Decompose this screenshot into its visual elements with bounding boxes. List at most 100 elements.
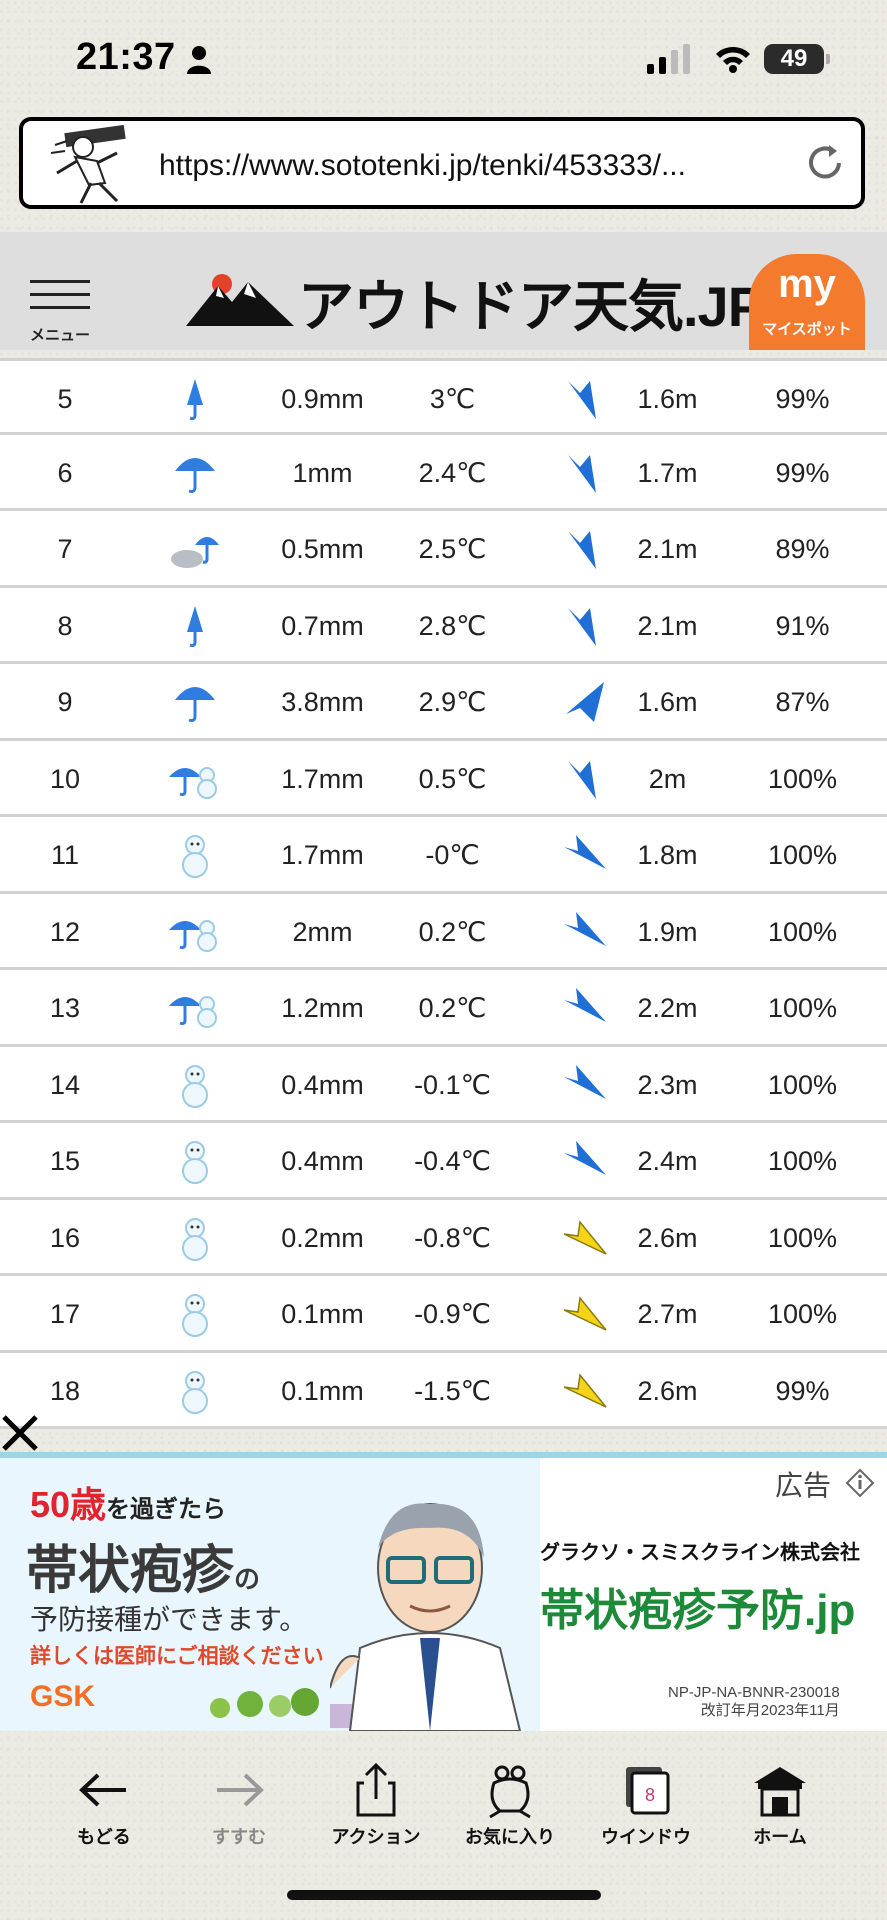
site-logo[interactable]: アウトドア天気.JP <box>186 260 765 338</box>
humidity-cell: 99% <box>775 1375 830 1406</box>
myspot-button[interactable]: my マイスポット <box>749 254 865 350</box>
wind-speed-cell: 2.7m <box>637 1299 698 1329</box>
wind-speed-cell: 2.4m <box>637 1146 698 1176</box>
humidity-cell: 89% <box>775 534 830 564</box>
precipitation-cell: 2mm <box>292 916 353 947</box>
forecast-row: 17 0.1mm -0.9℃ 2.7m 100% <box>0 1276 887 1353</box>
url-text[interactable]: https://www.sototenki.jp/tenki/453333/..… <box>159 149 809 183</box>
signal-icon <box>647 44 690 74</box>
umbrella-snowman-icon <box>165 894 225 970</box>
snowman-icon <box>165 1276 225 1352</box>
favorites-button[interactable]: お気に入り <box>450 1761 570 1871</box>
ad-subtext: 予防接種ができます。 <box>30 1604 308 1635</box>
ad-age-suffix: を過ぎたら <box>106 1496 227 1523</box>
hour-cell: 8 <box>57 610 73 641</box>
hour-cell: 6 <box>57 457 73 488</box>
battery-indicator: 49 <box>764 44 830 74</box>
temperature-cell: -0.8℃ <box>414 1222 491 1253</box>
humidity-cell: 100% <box>767 1222 838 1253</box>
ad-close-icon[interactable] <box>0 1413 40 1453</box>
favorites-label: お気に入り <box>465 1827 555 1847</box>
umbrella-closed-icon <box>165 361 225 437</box>
menu-icon-bar <box>30 280 90 283</box>
wind-direction-icon <box>560 1276 615 1352</box>
address-bar[interactable]: https://www.sototenki.jp/tenki/453333/..… <box>19 117 865 209</box>
humidity-cell: 100% <box>767 1069 838 1100</box>
ad-company: グラクソ・スミスクライン株式会社 <box>540 1542 860 1564</box>
window-button[interactable]: 8 ウインドウ <box>586 1761 706 1871</box>
status-bar: 21:37 49 <box>0 0 887 110</box>
snowman-icon <box>165 817 225 893</box>
menu-button[interactable]: メニュー <box>28 280 94 344</box>
precipitation-cell: 0.1mm <box>281 1375 364 1406</box>
umbrella-icon <box>165 664 225 740</box>
temperature-cell: 0.2℃ <box>418 916 487 947</box>
forward-label: すすむ <box>212 1827 266 1847</box>
precipitation-cell: 0.1mm <box>281 1299 364 1329</box>
wind-direction-icon <box>560 511 615 587</box>
home-button[interactable]: ホーム <box>720 1761 840 1871</box>
ad-info-icon[interactable] <box>845 1468 875 1498</box>
window-tabs-icon: 8 <box>626 1767 670 1815</box>
forecast-row: 9 3.8mm 2.9℃ 1.6m 87% <box>0 664 887 741</box>
forecast-row: 6 1mm 2.4℃ 1.7m 99% <box>0 435 887 511</box>
snowman-icon <box>165 1353 225 1429</box>
wind-direction-icon <box>560 1123 615 1199</box>
precipitation-cell: 3.8mm <box>281 687 364 717</box>
hourly-forecast-table: 5 0.9mm 3℃ 1.6m 99% 6 1mm 2.4℃ 1.7m 99% 7 0.5mm 2.5℃… <box>0 358 887 1429</box>
temperature-cell: -0.4℃ <box>414 1146 491 1176</box>
logo-text: アウトドア天気.JP <box>298 275 765 338</box>
wind-speed-cell: 1.9m <box>637 916 698 947</box>
ad-headline: 帯状疱疹の <box>26 1528 260 1603</box>
mascot-icon <box>50 124 126 204</box>
forecast-row: 11 1.7mm -0℃ 1.8m 100% <box>0 817 887 894</box>
action-button[interactable]: アクション <box>316 1761 436 1871</box>
frog-icon <box>489 1765 531 1819</box>
ad-code-line: 改訂年月2023年11月 <box>700 1702 840 1719</box>
forecast-row: 5 0.9mm 3℃ 1.6m 99% <box>0 358 887 435</box>
mountain-logo-icon <box>186 274 294 326</box>
umbrella-snowman-icon <box>165 970 225 1046</box>
temperature-cell: -1.5℃ <box>414 1375 491 1406</box>
forecast-row: 18 0.1mm -1.5℃ 2.6m 99% <box>0 1353 887 1429</box>
hour-cell: 12 <box>49 916 81 947</box>
precipitation-cell: 0.5mm <box>281 534 364 564</box>
forecast-row: 15 0.4mm -0.4℃ 2.4m 100% <box>0 1123 887 1200</box>
ad-code: NP-JP-NA-BNNR-230018 改訂年月2023年11月 <box>668 1684 840 1720</box>
wind-speed-cell: 2.6m <box>637 1222 698 1253</box>
humidity-cell: 87% <box>775 687 830 717</box>
humidity-cell: 100% <box>767 993 838 1023</box>
wind-direction-icon <box>560 970 615 1046</box>
reload-icon[interactable] <box>803 141 847 185</box>
ad-headline-suffix: の <box>234 1564 261 1594</box>
ad-age: 50歳 <box>30 1484 107 1525</box>
wind-speed-cell: 2m <box>648 763 687 794</box>
temperature-cell: 2.9℃ <box>418 687 487 717</box>
forecast-row: 10 1.7mm 0.5℃ 2m 100% <box>0 741 887 817</box>
ad-note: 詳しくは医師にご相談ください <box>30 1645 324 1668</box>
back-arrow-icon <box>79 1773 126 1807</box>
hour-cell: 14 <box>49 1069 81 1100</box>
site-header: メニュー アウトドア天気.JP my マイスポット <box>0 232 887 350</box>
home-label: ホーム <box>753 1827 807 1847</box>
ad-banner[interactable]: 50歳を過ぎたら 帯状疱疹の 予防接種ができます。 詳しくは医師にご相談ください… <box>0 1452 887 1731</box>
menu-label: メニュー <box>30 327 91 344</box>
cloud-umbrella-icon <box>165 511 225 587</box>
back-button[interactable]: もどる <box>44 1761 164 1871</box>
wind-speed-cell: 2.1m <box>637 534 698 564</box>
wifi-icon <box>716 46 750 73</box>
share-icon <box>356 1762 396 1817</box>
snowman-icon <box>165 1200 225 1276</box>
temperature-cell: 3℃ <box>429 384 476 414</box>
doctor-illustration <box>330 1503 522 1731</box>
umbrella-snowman-icon <box>165 741 225 817</box>
wind-direction-icon <box>560 894 615 970</box>
umbrella-icon <box>165 435 225 511</box>
ad-headline-main: 帯状疱疹 <box>26 1542 235 1600</box>
humidity-cell: 100% <box>767 1299 838 1329</box>
wind-direction-icon <box>560 361 615 437</box>
hour-cell: 5 <box>57 384 73 414</box>
forward-button[interactable]: すすむ <box>179 1761 299 1871</box>
humidity-cell: 100% <box>767 1146 838 1176</box>
window-label: ウインドウ <box>601 1827 691 1847</box>
